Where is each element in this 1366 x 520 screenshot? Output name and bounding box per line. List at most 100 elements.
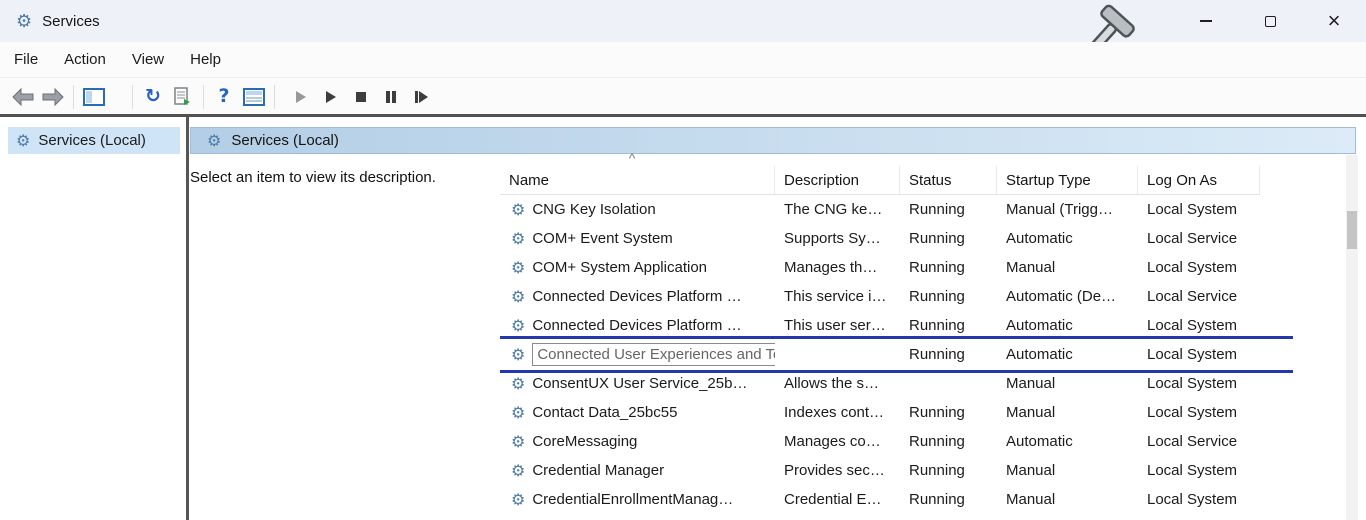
service-description: Allows the s…	[775, 375, 900, 392]
close-icon: ×	[1328, 10, 1341, 32]
service-description: Credential E…	[775, 491, 900, 508]
table-row[interactable]: ⚙ CNG Key Isolation CNG Key Isolation I …	[500, 195, 1293, 224]
maximize-icon	[1265, 16, 1276, 27]
service-description: Supports Sy…	[775, 230, 900, 247]
service-rows: ⚙ CNG Key Isolation CNG Key Isolation I …	[500, 195, 1293, 520]
service-startup-type: Manual (Trigg…	[997, 201, 1138, 218]
service-description: This service i…	[775, 288, 900, 305]
menubar: File Action View Help	[0, 42, 1366, 78]
service-status: Running	[900, 491, 997, 508]
table-row[interactable]: ⚙ CredentialEnrollmentManag… CredentialE…	[500, 485, 1293, 514]
resume-service-button[interactable]	[316, 83, 346, 111]
service-name: CoreMessaging	[532, 433, 637, 450]
table-row[interactable]: ⚙ CoreMessaging CoreMessaging I Manages …	[500, 427, 1293, 456]
column-header-status[interactable]: Status	[900, 166, 997, 194]
table-row[interactable]: ⚙ Connected Devices Platform … Connected…	[500, 282, 1293, 311]
pause-service-button[interactable]	[376, 83, 406, 111]
column-header-description[interactable]: Description	[775, 166, 900, 194]
minimize-icon	[1200, 20, 1212, 22]
service-name: COM+ System Application	[532, 259, 707, 276]
service-name: CredentialEnrollmentManag…	[532, 491, 733, 508]
table-row[interactable]: ⚙ COM+ Event System COM+ Event System I …	[500, 224, 1293, 253]
service-name: ConsentUX User Service_25b…	[532, 375, 747, 392]
restart-service-icon	[413, 89, 429, 105]
service-description: Manages co…	[775, 433, 900, 450]
app-gear-icon: ⚙	[16, 11, 32, 32]
table-row[interactable]: ⚙ ConsentUX User Service_25b… ConsentUX …	[500, 369, 1293, 398]
vertical-scrollbar[interactable]	[1346, 155, 1358, 520]
column-header-log-on-as[interactable]: Log On As	[1138, 166, 1260, 194]
scrollbar-thumb[interactable]	[1347, 211, 1357, 249]
rename-edit-box[interactable]: Connected User Experiences and Telemetry…	[532, 343, 775, 366]
menu-help[interactable]: Help	[177, 42, 234, 77]
stop-service-icon	[353, 89, 369, 105]
service-status: Running	[900, 404, 997, 421]
service-name: CNG Key Isolation	[532, 201, 655, 218]
console-tree-panel: ⚙ Services (Local)	[0, 117, 186, 520]
toolbar-separator	[73, 85, 74, 109]
sidebar-item-services-local[interactable]: ⚙ Services (Local)	[8, 127, 180, 154]
back-icon	[12, 88, 34, 106]
refresh-icon: ↻	[145, 87, 161, 106]
service-status: Running	[900, 288, 997, 305]
service-gear-icon: ⚙	[511, 490, 525, 509]
service-startup-type: Manual	[997, 375, 1138, 392]
service-startup-type: Manual	[997, 259, 1138, 276]
toolbar-separator	[274, 85, 275, 109]
service-description: Indexes cont…	[775, 404, 900, 421]
toolbar-separator	[203, 85, 204, 109]
export-list-button[interactable]	[168, 83, 198, 111]
service-gear-icon: ⚙	[511, 432, 525, 451]
properties-button[interactable]	[239, 83, 269, 111]
services-list: ^ Name Description Status Startup Type L…	[500, 152, 1293, 520]
menu-action[interactable]: Action	[51, 42, 119, 77]
help-icon: ?	[218, 87, 229, 106]
service-startup-type: Manual	[997, 404, 1138, 421]
refresh-button[interactable]: ↻	[138, 83, 168, 111]
sidebar-item-label: Services (Local)	[38, 132, 146, 149]
service-log-on-as: Local System	[1138, 259, 1260, 276]
close-button[interactable]: ×	[1302, 0, 1366, 42]
service-log-on-as: Local Service	[1138, 433, 1260, 450]
service-log-on-as: Local System	[1138, 317, 1260, 334]
minimize-button[interactable]	[1174, 0, 1238, 42]
services-window: ⚙ Services × File Action View Help	[0, 0, 1366, 520]
forward-button[interactable]	[38, 83, 68, 111]
table-row[interactable]: ⚙ Connected Devices Platform … Connected…	[500, 311, 1293, 340]
show-console-tree-button[interactable]	[79, 83, 109, 111]
restart-service-button[interactable]	[406, 83, 436, 111]
maximize-button[interactable]	[1238, 0, 1302, 42]
start-service-button[interactable]	[286, 83, 316, 111]
edit-name-text: Connected User Experiences and Telemetry	[537, 346, 775, 363]
service-log-on-as: Local Service	[1138, 230, 1260, 247]
table-row[interactable]: ⚙ COM+ System Application COM+ System Ap…	[500, 253, 1293, 282]
back-button[interactable]	[8, 83, 38, 111]
toolbar-separator	[132, 85, 133, 109]
service-status: Running	[900, 201, 997, 218]
menu-view[interactable]: View	[119, 42, 177, 77]
service-log-on-as: Local System	[1138, 404, 1260, 421]
stop-service-button[interactable]	[346, 83, 376, 111]
service-log-on-as: Local System	[1138, 462, 1260, 479]
service-description: Provides sec…	[775, 462, 900, 479]
window-title: Services	[42, 13, 100, 30]
table-row[interactable]: ⚙ I	[500, 514, 1293, 520]
service-description: The CNG ke…	[775, 201, 900, 218]
service-status: Running	[900, 462, 997, 479]
service-name: Connected Devices Platform …	[532, 288, 741, 305]
service-gear-icon: ⚙	[511, 374, 525, 393]
table-row[interactable]: ⚙ Credential Manager Credential Manager …	[500, 456, 1293, 485]
service-gear-icon: ⚙	[511, 403, 525, 422]
menu-file[interactable]: File	[0, 42, 51, 77]
column-header-name[interactable]: Name	[500, 166, 775, 194]
service-gear-icon: ⚙	[511, 258, 525, 277]
table-row[interactable]: ⚙ Contact Data_25bc55 Contact Data_25bc5…	[500, 398, 1293, 427]
description-hint: Select an item to view its description.	[190, 169, 436, 186]
services-header-band: ⚙ Services (Local)	[190, 127, 1356, 154]
column-header-startup-type[interactable]: Startup Type	[997, 166, 1138, 194]
help-button[interactable]: ?	[209, 83, 239, 111]
service-name: Credential Manager	[532, 462, 664, 479]
table-row[interactable]: ⚙ Connected User Experiences and Telemet…	[500, 340, 1293, 369]
service-status: Running	[900, 230, 997, 247]
service-startup-type: Manual	[997, 491, 1138, 508]
